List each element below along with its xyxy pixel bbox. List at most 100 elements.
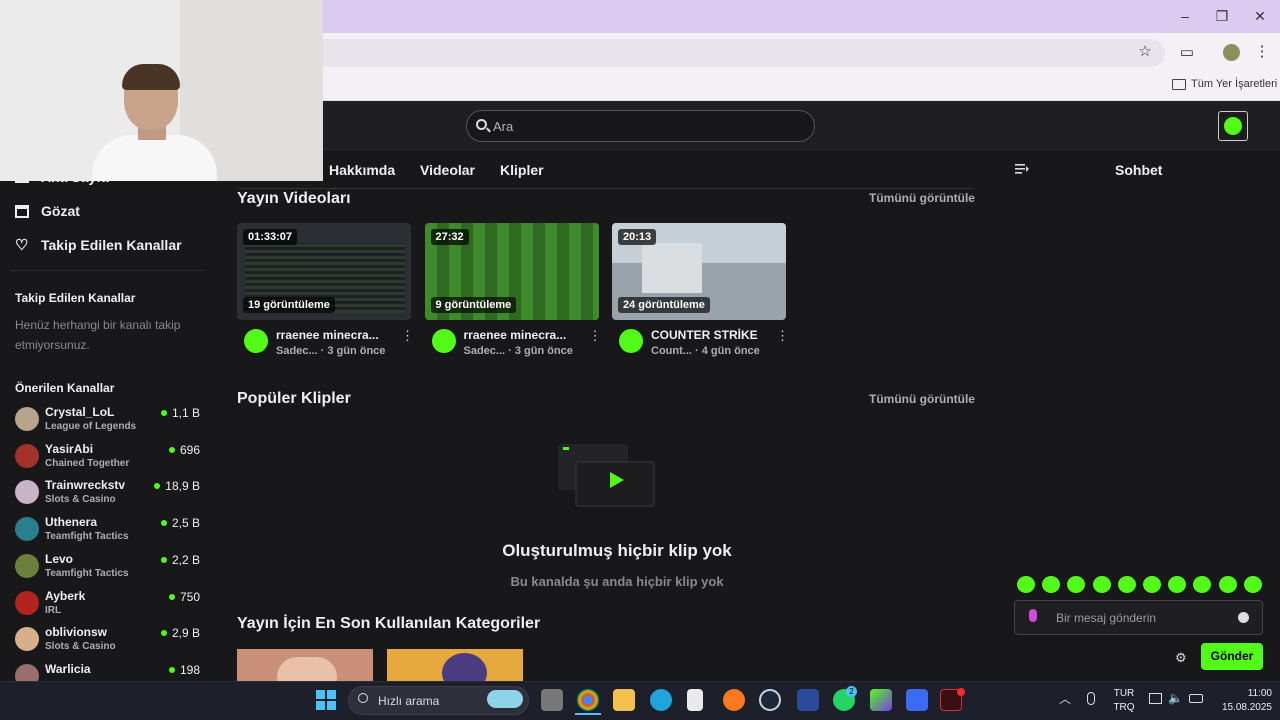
- sidebar-item-browse[interactable]: Gözat: [15, 203, 80, 219]
- firefox-icon[interactable]: [723, 689, 745, 711]
- taskbar-search-icon: [358, 693, 368, 703]
- channel-name: Warlicia: [45, 661, 91, 676]
- channel-avatar: [15, 517, 39, 542]
- network-icon[interactable]: [1149, 693, 1162, 704]
- video-meta: Count... · 4 gün önce: [651, 345, 760, 357]
- video-thumbnail[interactable]: 01:33:07 19 görüntüleme: [237, 223, 411, 320]
- emote-icon[interactable]: [1168, 576, 1187, 593]
- emote-icon[interactable]: [1117, 576, 1136, 593]
- video-card[interactable]: 27:32 9 görüntüleme rraenee minecra... Sade…: [424, 223, 602, 368]
- video-views: 19 görüntüleme: [243, 297, 335, 313]
- channel-avatar: [15, 443, 39, 468]
- clips-see-all-link[interactable]: Tümünü görüntüle: [869, 392, 975, 406]
- task-view-icon[interactable]: [541, 689, 563, 711]
- channel-name: Ayberk: [45, 588, 86, 603]
- battery-icon[interactable]: [1189, 694, 1203, 703]
- chat-settings-icon[interactable]: ⚙: [1175, 650, 1187, 666]
- bookmark-star-icon[interactable]: ☆: [1134, 41, 1156, 63]
- channel-category: Slots & Casino: [45, 641, 116, 653]
- video-title[interactable]: COUNTER STRİKE: [651, 328, 758, 342]
- channel-avatar[interactable]: [244, 329, 268, 353]
- user-avatar-button[interactable]: [1218, 111, 1248, 141]
- video-views: 9 görüntüleme: [430, 297, 517, 313]
- vpn-icon[interactable]: [870, 689, 892, 711]
- tab-clips[interactable]: Klipler: [500, 162, 544, 178]
- restore-button[interactable]: ❐: [1207, 6, 1237, 26]
- all-bookmarks-link[interactable]: Tüm Yer İşaretleri: [1191, 78, 1277, 90]
- suggested-channel-item[interactable]: oblivionsw Slots & Casino 2,9 B: [15, 625, 205, 659]
- channel-avatar[interactable]: [619, 329, 643, 353]
- close-window-button[interactable]: ✕: [1245, 6, 1275, 26]
- suggested-channel-item[interactable]: Ayberk IRL 750: [15, 589, 205, 623]
- channel-avatar: [15, 407, 39, 431]
- document-icon[interactable]: [687, 689, 703, 711]
- emote-icon[interactable]: [1143, 576, 1161, 593]
- video-card[interactable]: 20:13 24 görüntüleme COUNTER STRİKE Count..…: [612, 223, 789, 368]
- menu-kebab-icon[interactable]: ⋮: [1251, 41, 1273, 63]
- steam-icon[interactable]: [759, 689, 781, 711]
- sidebar-divider: [10, 270, 204, 271]
- channel-avatar[interactable]: [431, 329, 456, 353]
- tab-about[interactable]: Hakkımda: [329, 162, 395, 178]
- channel-name: Uthenera: [45, 515, 98, 530]
- tray-mic-icon[interactable]: [1087, 692, 1095, 705]
- channel-viewers: 750: [168, 590, 200, 604]
- category-card[interactable]: [387, 649, 523, 681]
- emote-icon[interactable]: [1067, 576, 1086, 593]
- category-card[interactable]: [237, 649, 373, 681]
- suggested-channel-item[interactable]: Trainwreckstv Slots & Casino 18,9 B: [15, 478, 205, 512]
- more-options-icon[interactable]: ⋮: [401, 328, 414, 344]
- taskbar-clock[interactable]: 11:00 15.08.2025: [1208, 687, 1272, 715]
- video-thumbnail[interactable]: 20:13 24 görüntüleme: [612, 223, 786, 320]
- channel-viewers: 2,2 B: [160, 553, 200, 567]
- emote-icon[interactable]: [1243, 576, 1262, 593]
- video-duration: 01:33:07: [243, 229, 298, 245]
- tab-videos[interactable]: Videolar: [420, 162, 475, 178]
- suggested-channel-item[interactable]: Levo Teamfight Tactics 2,2 B: [15, 552, 205, 586]
- screen-cast-icon[interactable]: ▭: [1176, 42, 1198, 64]
- profile-avatar[interactable]: [1223, 44, 1240, 61]
- tray-chevron-icon[interactable]: ︿: [1059, 690, 1071, 707]
- volume-icon[interactable]: 🔈: [1168, 691, 1183, 705]
- mic-icon[interactable]: [1029, 609, 1037, 622]
- search-highlight-icon: [487, 690, 523, 708]
- app-icon[interactable]: [797, 689, 819, 711]
- send-button[interactable]: Gönder: [1201, 643, 1263, 670]
- windows-start-icon[interactable]: [316, 690, 336, 710]
- sidebar-item-following[interactable]: ♡ Takip Edilen Kanallar: [15, 236, 182, 254]
- channel-viewers: 696: [168, 443, 200, 457]
- suggested-channel-item[interactable]: Crystal_LoL League of Legends 1,1 B: [15, 405, 205, 439]
- chrome-icon[interactable]: [577, 689, 599, 711]
- empty-clips-illustration: [558, 444, 655, 507]
- language-indicator[interactable]: TUR TRQ: [1108, 687, 1140, 715]
- more-options-icon[interactable]: ⋮: [589, 328, 602, 344]
- recording-indicator: [957, 688, 965, 696]
- suggested-channel-item[interactable]: Uthenera Teamfight Tactics 2,5 B: [15, 515, 205, 549]
- video-title[interactable]: rraenee minecra...: [464, 328, 567, 342]
- followed-channels-title: Takip Edilen Kanallar: [15, 291, 136, 305]
- videos-see-all-link[interactable]: Tümünü görüntüle: [869, 191, 975, 205]
- collapse-chat-icon[interactable]: [1015, 163, 1029, 175]
- edge-icon[interactable]: [650, 689, 672, 711]
- video-title[interactable]: rraenee minecra...: [276, 328, 379, 342]
- channel-name: Trainwreckstv: [45, 478, 126, 493]
- search-input[interactable]: [466, 110, 815, 142]
- emote-icon[interactable]: [1092, 576, 1111, 593]
- file-explorer-icon[interactable]: [613, 689, 635, 711]
- emote-icon[interactable]: [1218, 576, 1237, 593]
- channel-avatar: [15, 480, 39, 505]
- emote-icon[interactable]: [1042, 576, 1061, 593]
- emote-icon[interactable]: [1017, 576, 1035, 593]
- emote-icon[interactable]: [1193, 576, 1212, 593]
- minimize-button[interactable]: –: [1170, 6, 1200, 26]
- roblox-icon[interactable]: [906, 689, 928, 711]
- channel-name: Crystal_LoL: [45, 405, 115, 419]
- suggested-channel-item[interactable]: YasirAbi Chained Together 696: [15, 442, 205, 476]
- video-card[interactable]: 01:33:07 19 görüntüleme rraenee minecra...…: [237, 223, 414, 368]
- followed-empty-text: Henüz herhangi bir kanalı takip etmiyors…: [15, 318, 181, 352]
- more-options-icon[interactable]: ⋮: [776, 328, 789, 344]
- emoji-picker-icon[interactable]: [1238, 612, 1249, 623]
- video-thumbnail[interactable]: 27:32 9 görüntüleme: [424, 223, 599, 320]
- search-placeholder: Ara: [493, 119, 514, 134]
- channel-name: Levo: [45, 551, 74, 566]
